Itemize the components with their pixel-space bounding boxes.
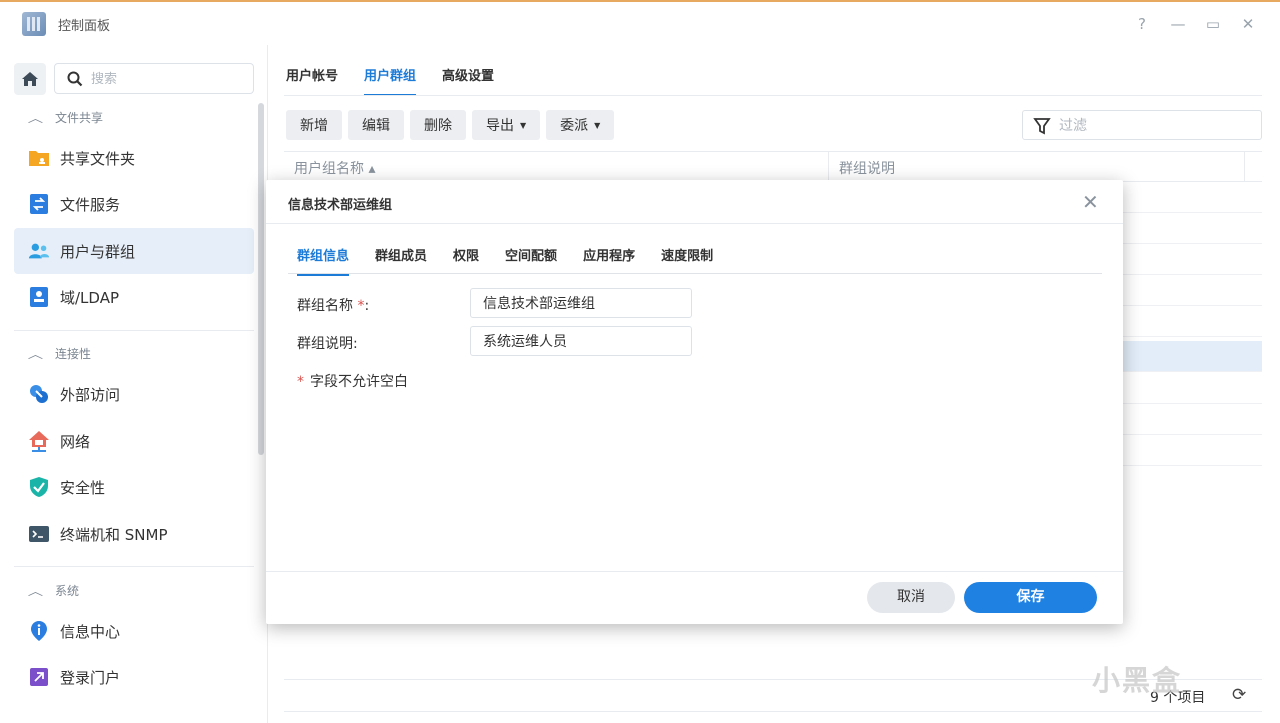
required-field-note: * 字段不允许空白	[297, 374, 408, 390]
login-portal-icon	[28, 666, 50, 688]
edit-button[interactable]: 编辑	[348, 110, 404, 140]
required-asterisk: *	[297, 374, 304, 390]
edit-group-dialog: 信息技术部运维组 ✕ 群组信息 群组成员 权限 空间配额 应用程序 速度限制 群…	[266, 180, 1123, 624]
caret-down-icon: ▼	[520, 120, 527, 130]
sidebar-item-external-access[interactable]: 外部访问	[14, 371, 254, 417]
column-group-description[interactable]: 群组说明	[828, 152, 1244, 182]
terminal-icon	[28, 523, 50, 545]
watermark-logo: 小黑盒	[1092, 664, 1183, 697]
delete-button[interactable]: 删除	[410, 110, 466, 140]
export-dropdown[interactable]: 导出 ▼	[472, 110, 541, 140]
refresh-icon[interactable]: ⟳	[1232, 685, 1246, 705]
group-description-label: 群组说明:	[297, 336, 358, 352]
control-panel-app-icon	[22, 12, 46, 36]
section-connectivity[interactable]: ︿ 连接性	[27, 345, 91, 362]
shared-folder-icon	[28, 147, 50, 169]
group-description-field[interactable]	[470, 326, 692, 356]
chevron-up-icon: ︿	[27, 347, 44, 361]
chevron-up-icon: ︿	[27, 111, 44, 125]
delegate-dropdown[interactable]: 委派 ▼	[546, 110, 615, 140]
dialog-tabs: 群组信息 群组成员 权限 空间配额 应用程序 速度限制	[297, 245, 713, 276]
users-groups-icon	[28, 240, 50, 262]
maximize-icon[interactable]: ▭	[1203, 14, 1223, 34]
sidebar-item-info-center[interactable]: 信息中心	[14, 608, 254, 654]
tab-applications[interactable]: 应用程序	[583, 245, 635, 276]
tab-quota[interactable]: 空间配额	[505, 245, 557, 276]
dialog-footer-divider	[266, 571, 1123, 572]
required-asterisk: *	[357, 298, 365, 314]
info-center-icon	[28, 620, 50, 642]
sidebar-item-login-portal[interactable]: 登录门户	[14, 654, 254, 700]
search-icon	[67, 71, 83, 87]
sidebar-item-terminal-snmp[interactable]: 终端机和 SNMP	[14, 511, 254, 557]
filter-input[interactable]	[1059, 116, 1249, 136]
dialog-close-icon[interactable]: ✕	[1082, 190, 1099, 214]
sidebar-scrollbar[interactable]	[258, 103, 264, 455]
group-name-label: 群组名称 *:	[297, 298, 370, 314]
grid-header: 用户组名称 ▴ 群组说明	[284, 151, 1262, 182]
tab-permissions[interactable]: 权限	[453, 245, 479, 276]
filter-icon	[1033, 118, 1051, 135]
sidebar-item-domain-ldap[interactable]: 域/LDAP	[14, 274, 254, 320]
dialog-title-divider	[266, 223, 1123, 224]
main-tabs: 用户帐号 用户群组 高级设置	[286, 65, 494, 96]
help-icon[interactable]: ?	[1132, 14, 1152, 34]
minimize-icon[interactable]: —	[1168, 14, 1188, 34]
caret-down-icon: ▼	[594, 120, 601, 130]
column-divider	[1244, 152, 1245, 182]
security-shield-icon	[28, 476, 50, 498]
sidebar: ︿ 文件共享 共享文件夹 文件服务 用户与群组 域/LDAP ︿ 连接性 外部访	[0, 45, 268, 723]
home-icon	[22, 72, 38, 86]
group-name-field[interactable]	[470, 288, 692, 318]
section-system[interactable]: ︿ 系统	[27, 582, 79, 599]
dialog-title: 信息技术部运维组	[288, 198, 393, 213]
sidebar-item-users-groups[interactable]: 用户与群组	[14, 228, 254, 274]
tab-group-members[interactable]: 群组成员	[375, 245, 427, 276]
tab-speed-limit[interactable]: 速度限制	[661, 245, 713, 276]
chevron-up-icon: ︿	[27, 584, 44, 598]
network-icon	[28, 430, 50, 452]
add-button[interactable]: 新增	[286, 110, 342, 140]
grid-footer-divider	[284, 711, 1262, 712]
window-title: 控制面板	[58, 19, 111, 34]
sidebar-item-file-services[interactable]: 文件服务	[14, 181, 254, 227]
home-button[interactable]	[14, 63, 46, 95]
tab-user-groups[interactable]: 用户群组	[364, 65, 417, 96]
close-icon[interactable]: ✕	[1238, 14, 1258, 34]
sidebar-divider	[14, 566, 254, 567]
sidebar-search[interactable]	[54, 63, 254, 94]
cancel-button[interactable]: 取消	[867, 582, 955, 613]
tabs-divider	[284, 95, 1262, 96]
external-access-icon	[28, 383, 50, 405]
tab-advanced[interactable]: 高级设置	[442, 65, 494, 96]
file-services-icon	[28, 193, 50, 215]
tab-group-info[interactable]: 群组信息	[297, 245, 350, 276]
filter-box[interactable]	[1022, 110, 1262, 140]
sidebar-item-security[interactable]: 安全性	[14, 464, 254, 510]
tab-user-accounts[interactable]: 用户帐号	[286, 65, 338, 96]
sidebar-divider	[14, 330, 254, 331]
dialog-tabs-divider	[288, 273, 1102, 274]
section-file-sharing[interactable]: ︿ 文件共享	[27, 109, 103, 126]
toolbar: 新增 编辑 删除 导出 ▼ 委派 ▼	[286, 110, 615, 140]
column-group-name[interactable]: 用户组名称 ▴	[294, 158, 375, 178]
sidebar-item-network[interactable]: 网络	[14, 418, 254, 464]
save-button[interactable]: 保存	[964, 582, 1097, 613]
sidebar-item-shared-folder[interactable]: 共享文件夹	[14, 135, 254, 181]
search-input[interactable]	[91, 69, 241, 89]
domain-ldap-icon	[28, 286, 50, 308]
window-titlebar: 控制面板 ? — ▭ ✕	[0, 0, 1280, 45]
